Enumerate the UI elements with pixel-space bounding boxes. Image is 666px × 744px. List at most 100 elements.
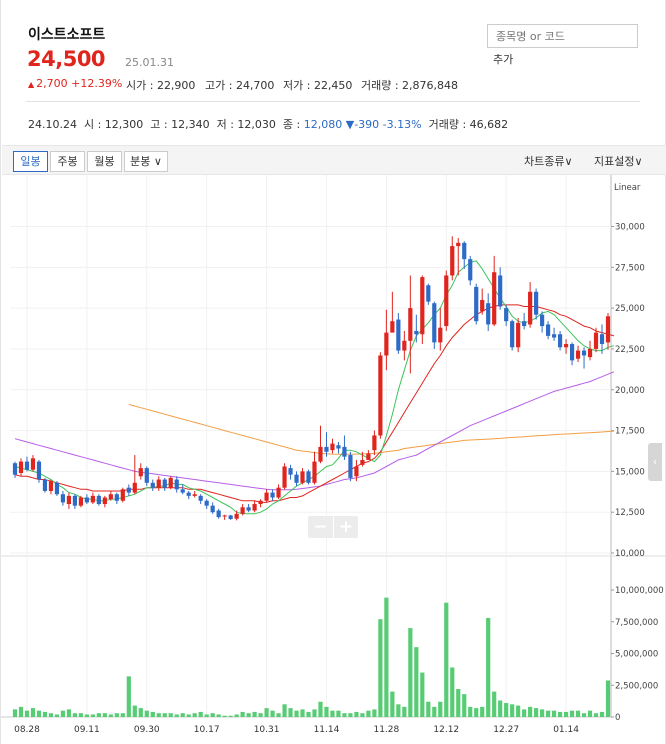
- candle-body: [486, 303, 491, 325]
- candle-body: [444, 275, 449, 327]
- chart-type-dropdown[interactable]: 차트종류∨: [524, 153, 573, 169]
- candle-body: [462, 242, 467, 260]
- candle-body: [414, 330, 419, 335]
- x-tick-label: 11.28: [373, 725, 399, 735]
- volume-bar: [162, 713, 167, 717]
- volume-bar: [342, 713, 347, 717]
- candle-body: [276, 487, 281, 498]
- volume-bar: [132, 705, 137, 717]
- tab-weekly[interactable]: 주봉: [50, 151, 85, 172]
- volume-bar: [48, 713, 54, 717]
- volume-bar: [246, 713, 251, 717]
- volume-bar: [72, 713, 77, 717]
- volume-bar: [348, 713, 353, 717]
- up-triangle-icon: ▲: [28, 80, 35, 89]
- change-amount: 2,700: [36, 77, 68, 90]
- candle-body: [156, 479, 161, 488]
- chevron-left-icon: ‹: [652, 455, 658, 468]
- candle-body: [252, 504, 257, 511]
- candle-body: [204, 500, 209, 506]
- x-tick-label: 10.31: [254, 725, 280, 735]
- candle-body: [54, 482, 60, 495]
- volume-bar: [90, 714, 95, 717]
- candle-body: [78, 497, 83, 506]
- candle-body: [330, 443, 335, 451]
- zoom-in-button[interactable]: +: [333, 516, 358, 538]
- candle-body: [198, 495, 203, 501]
- zoom-out-button[interactable]: −: [308, 516, 333, 538]
- candle-body: [168, 477, 173, 488]
- candle-body: [36, 461, 42, 480]
- candle-body: [306, 471, 311, 483]
- candlestick-chart[interactable]: 08.28 09.11 09.30 10.17 10.31 11.14 11.28 12.12…: [1, 175, 666, 744]
- ma120-line: [128, 403, 615, 455]
- candle-body: [66, 495, 72, 505]
- volume-bar: [510, 704, 515, 717]
- candle-body: [60, 494, 66, 503]
- chart-toolbar: 일봉 주봉 월봉 분봉 ∨ 차트종류∨ 지표설정∨: [2, 145, 666, 175]
- divider: [26, 101, 640, 102]
- chevron-down-icon: ∨: [634, 155, 643, 168]
- side-panel-toggle[interactable]: ‹: [648, 443, 662, 481]
- open-price: 시가 : 22,900: [126, 79, 196, 92]
- high-price: 고가 : 24,700: [205, 79, 275, 92]
- volume-bar: [108, 714, 113, 717]
- candle-body: [324, 446, 329, 452]
- volume-bar: [180, 713, 185, 717]
- volume-bar: [420, 672, 425, 717]
- volume-bar: [528, 706, 533, 717]
- volume-bar: [84, 714, 89, 717]
- candle-body: [90, 495, 95, 503]
- volume-bar: [300, 709, 305, 717]
- candle-body: [138, 468, 143, 477]
- candle-body: [563, 344, 569, 348]
- volume-bar: [66, 709, 72, 717]
- volume-bar: [114, 713, 119, 717]
- volume-bar: [336, 710, 341, 717]
- candle-body: [426, 285, 431, 302]
- candle-body: [264, 492, 269, 501]
- low-price: 저가 : 22,450: [283, 79, 353, 92]
- candle-body: [587, 348, 593, 358]
- tab-monthly[interactable]: 월봉: [87, 151, 122, 172]
- x-tick-label: 09.30: [134, 725, 160, 735]
- price-tick-label: 30,000: [615, 223, 645, 233]
- candle-body: [96, 495, 101, 505]
- candle-body: [599, 334, 605, 345]
- volume-bar: [360, 713, 365, 717]
- candle-body: [192, 494, 197, 496]
- scale-label: Linear: [614, 183, 641, 193]
- volume-bar: [438, 701, 443, 717]
- volume-bar: [318, 701, 323, 717]
- candle-body: [210, 505, 215, 513]
- volume-bar: [216, 714, 221, 717]
- x-tick-label: 12.12: [433, 725, 459, 735]
- candle-body: [132, 482, 137, 493]
- add-button[interactable]: 추가: [493, 51, 513, 67]
- volume-bar: [462, 694, 467, 717]
- volume-bar: [492, 691, 497, 717]
- volume-bar: [599, 711, 605, 717]
- candle-body: [492, 272, 497, 325]
- volume-bar: [486, 617, 491, 717]
- indicator-settings-dropdown[interactable]: 지표설정∨: [594, 153, 643, 169]
- chevron-down-icon: ∨: [564, 155, 573, 168]
- change-percent: +12.39%: [71, 77, 123, 90]
- volume-bar: [534, 708, 539, 717]
- volume-bar: [126, 676, 131, 717]
- volume-bar: [426, 701, 431, 717]
- hover-close-label: 종 :: [282, 118, 301, 131]
- candle-body: [246, 507, 251, 511]
- hover-open: 시 : 12,300: [83, 118, 144, 131]
- volume-bar: [192, 713, 197, 717]
- volume-bar: [557, 711, 563, 717]
- volume-bar: [450, 667, 455, 717]
- volume-bar: [204, 714, 209, 717]
- tab-minute[interactable]: 분봉 ∨: [124, 151, 168, 172]
- tab-daily[interactable]: 일봉: [13, 151, 48, 172]
- candle-body: [438, 327, 443, 343]
- volume-bar: [150, 711, 155, 717]
- price-tick-label: 20,000: [615, 386, 645, 396]
- search-input[interactable]: [487, 24, 638, 48]
- volume-bar: [30, 708, 36, 717]
